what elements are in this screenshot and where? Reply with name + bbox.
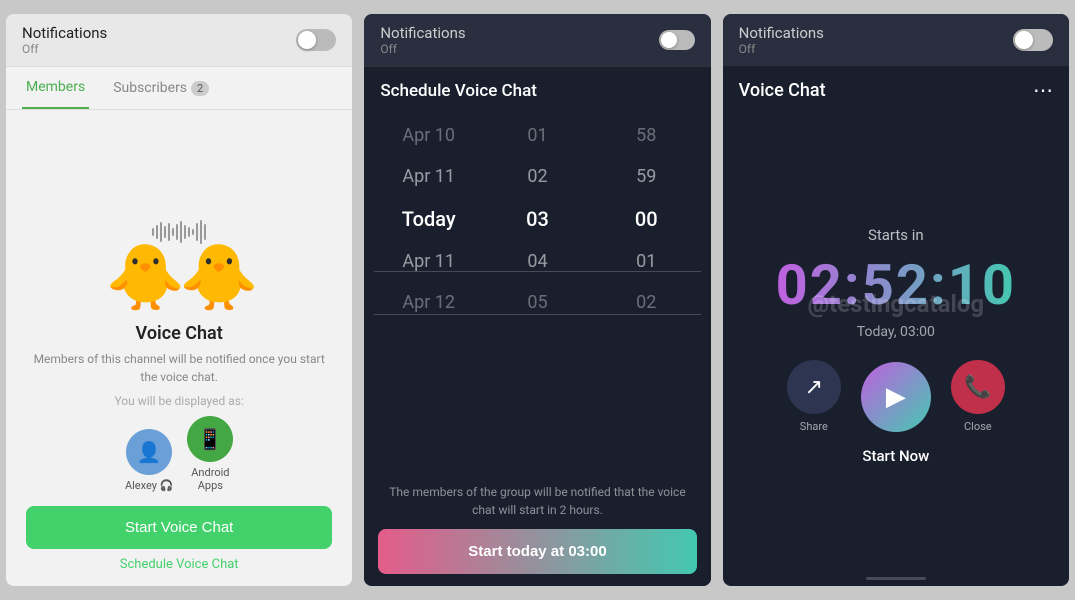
subscribers-badge: 2 (191, 81, 209, 96)
schedule-footer: The members of the group will be notifie… (364, 471, 710, 586)
minute-row-1: 59 (592, 156, 701, 197)
notif-text-1: Notifications Off (22, 24, 107, 56)
hour-row-4: 05 (483, 282, 592, 323)
duck-emoji-pair: 🐥🐥 (105, 240, 252, 315)
hour-row-3: 04 (483, 241, 592, 282)
vc-live-header: Voice Chat ⋯ (723, 66, 1069, 114)
wv14 (204, 224, 206, 240)
notif-status-3: Off (739, 42, 824, 56)
panel-voice-chat-setup: Notifications Off Members Subscribers 2 (6, 14, 352, 586)
avatar-android: 📱 AndroidApps (187, 416, 233, 492)
minute-row-3: 01 (592, 241, 701, 282)
notif-title-1: Notifications (22, 24, 107, 42)
notifications-toggle-2[interactable] (659, 30, 695, 50)
notif-text-3: Notifications Off (739, 24, 824, 56)
wv4 (164, 226, 166, 238)
start-now-label: Start Now (862, 447, 929, 465)
minute-column: 58 59 00 01 02 (592, 115, 701, 471)
vc-content: 🐥🐥 Voice Chat Members of this channel wi… (6, 110, 352, 586)
avatar-alexey-circle: 👤 (126, 429, 172, 475)
schedule-header: Schedule Voice Chat (364, 67, 710, 115)
notifications-bar-2: Notifications Off (364, 14, 710, 67)
members-tabs: Members Subscribers 2 (6, 67, 352, 110)
wv12 (196, 223, 198, 241)
date-column: Apr 10 Apr 11 Today Apr 11 Apr 12 (374, 115, 483, 471)
time-picker: Apr 10 Apr 11 Today Apr 11 Apr 12 01 02 … (364, 115, 710, 586)
toggle-knob-2 (661, 32, 677, 48)
date-row-1: Apr 11 (374, 156, 483, 197)
wv10 (188, 227, 190, 237)
starts-in-label: Starts in (868, 226, 924, 244)
minute-row-selected: 00 (592, 197, 701, 241)
notifications-toggle-3[interactable] (1013, 29, 1053, 51)
wv1 (152, 228, 154, 236)
minute-row-0: 58 (592, 115, 701, 156)
hour-row-selected: 03 (483, 197, 592, 241)
toggle-knob-1 (298, 31, 316, 49)
close-button-wrap: 📞 Close (951, 360, 1005, 433)
notifications-bar-3: Notifications Off (723, 14, 1069, 66)
notif-title-3: Notifications (739, 24, 824, 42)
toggle-knob-3 (1015, 31, 1033, 49)
wv7 (176, 224, 178, 240)
hour-column: 01 02 03 04 05 (483, 115, 592, 471)
panel-voice-chat-live: Notifications Off Voice Chat ⋯ @testingc… (723, 14, 1069, 586)
action-buttons: ↗ Share ▶ 📞 Close (787, 360, 1005, 433)
wv11 (192, 229, 194, 235)
wv5 (168, 223, 170, 241)
avatar-android-circle: 📱 (187, 416, 233, 462)
countdown-timer: 02:52:10 (776, 252, 1016, 318)
hour-row-1: 02 (483, 156, 592, 197)
avatar-android-label: AndroidApps (191, 466, 229, 492)
vc-live-title: Voice Chat (739, 80, 826, 101)
share-label: Share (800, 420, 828, 433)
share-button-wrap: ↗ Share (787, 360, 841, 433)
wv9 (184, 225, 186, 239)
schedule-voice-chat-link[interactable]: Schedule Voice Chat (120, 557, 239, 572)
wv6 (172, 228, 174, 236)
avatar-alexey: 👤 Alexey 🎧 (125, 429, 173, 492)
minute-row-4: 02 (592, 282, 701, 323)
wv3 (160, 222, 162, 242)
duck-illustration (109, 130, 249, 220)
schedule-note: The members of the group will be notifie… (378, 483, 696, 519)
tab-subscribers[interactable]: Subscribers 2 (109, 68, 213, 108)
wv2 (156, 225, 158, 239)
start-voice-chat-button[interactable]: Start Voice Chat (26, 506, 332, 549)
time-scroll-area[interactable]: Apr 10 Apr 11 Today Apr 11 Apr 12 01 02 … (364, 115, 710, 471)
notif-status-2: Off (380, 42, 465, 56)
panel-schedule-voice-chat: Notifications Off Schedule Voice Chat Ap… (364, 14, 710, 586)
notif-text-2: Notifications Off (380, 24, 465, 56)
vc-display-label: You will be displayed as: (114, 394, 243, 408)
notifications-toggle-1[interactable] (296, 29, 336, 51)
play-button[interactable]: ▶ (861, 362, 931, 432)
countdown-section: @testingcatalog Starts in 02:52:10 Today… (723, 114, 1069, 577)
share-button[interactable]: ↗ (787, 360, 841, 414)
notif-status-1: Off (22, 42, 107, 56)
avatar-alexey-label: Alexey 🎧 (125, 479, 173, 492)
scroll-hint (866, 577, 926, 580)
vc-title: Voice Chat (136, 323, 223, 344)
vc-description: Members of this channel will be notified… (26, 350, 332, 386)
more-options-icon[interactable]: ⋯ (1033, 78, 1053, 102)
start-today-button[interactable]: Start today at 03:00 (378, 529, 696, 574)
close-button[interactable]: 📞 (951, 360, 1005, 414)
date-row-selected: Today (374, 197, 483, 241)
date-row-3: Apr 11 (374, 241, 483, 282)
notif-title-2: Notifications (380, 24, 465, 42)
notifications-bar-1: Notifications Off (6, 14, 352, 67)
hour-row-0: 01 (483, 115, 592, 156)
close-label: Close (964, 420, 992, 433)
today-time-label: Today, 03:00 (857, 324, 935, 340)
avatars-row: 👤 Alexey 🎧 📱 AndroidApps (125, 416, 233, 492)
play-button-wrap: ▶ (861, 362, 931, 432)
date-row-4: Apr 12 (374, 282, 483, 323)
tab-members[interactable]: Members (22, 67, 89, 109)
members-tab-label: Members (26, 79, 85, 95)
subscribers-tab-label: Subscribers (113, 80, 187, 96)
date-row-0: Apr 10 (374, 115, 483, 156)
